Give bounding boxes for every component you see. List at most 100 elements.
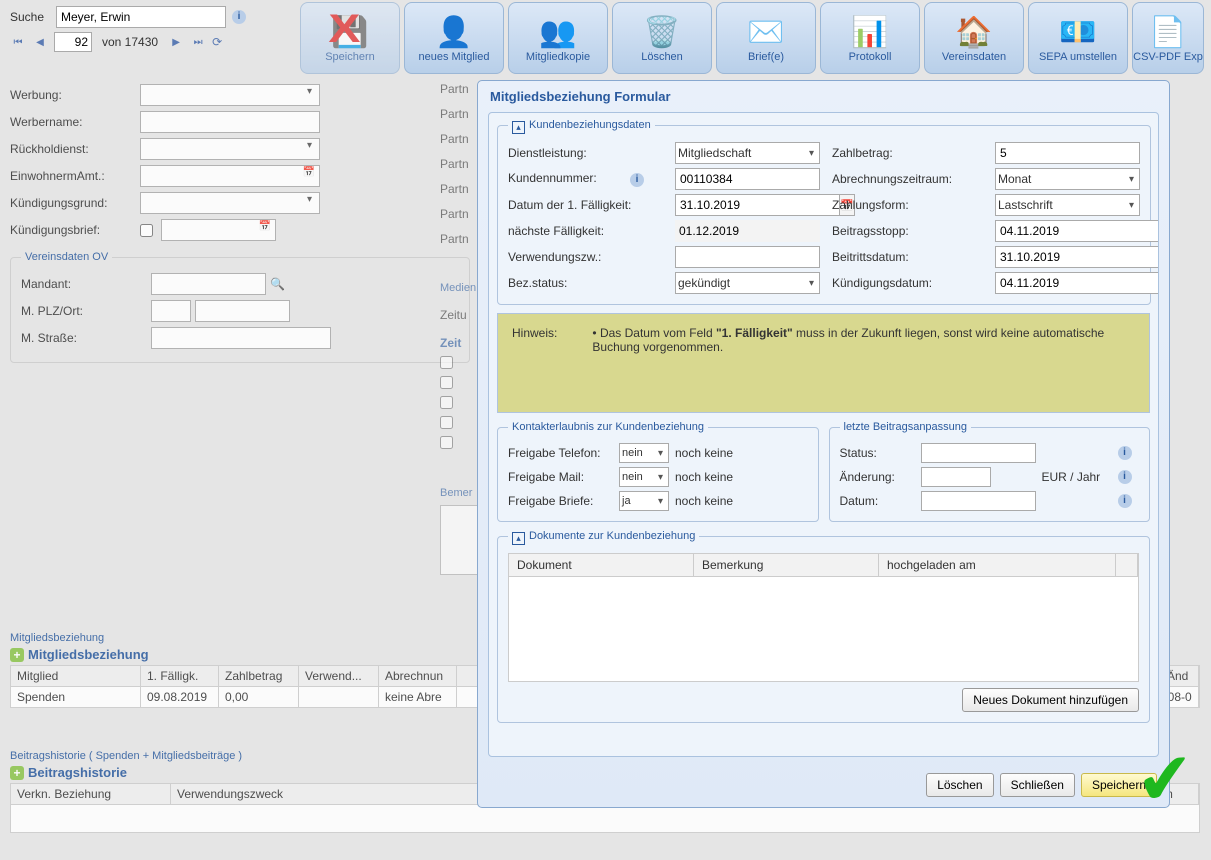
search-input[interactable] (56, 6, 226, 28)
datum-input[interactable] (921, 491, 1036, 511)
einwohner-date[interactable]: 📅 (140, 165, 320, 187)
member-copy-button[interactable]: 👥 Mitgliedkopie (508, 2, 608, 74)
media-checkbox[interactable] (440, 416, 453, 429)
chart-icon: 📊 (851, 13, 888, 51)
info-icon[interactable]: i (1118, 470, 1132, 484)
beitritt-input[interactable] (995, 246, 1159, 268)
kundenbeziehungsdaten-section: ▴Kundenbeziehungsdaten Dienstleistung: M… (497, 119, 1151, 305)
plzort-label: M. PLZ/Ort: (21, 304, 151, 318)
collapse-toggle-icon[interactable]: ▴ (512, 121, 525, 134)
people-icon: 👥 (539, 13, 576, 51)
zahlungsform-label: Zahlungsform: (832, 198, 983, 212)
mail-select[interactable]: nein▾ (619, 467, 669, 487)
plz-input[interactable] (151, 300, 191, 322)
kuendigung-label: Kündigungsdatum: (832, 276, 983, 290)
mg-col: Zahlbetrag (219, 666, 299, 686)
tel-select[interactable]: nein▾ (619, 443, 669, 463)
protocol-button[interactable]: 📊 Protokoll (820, 2, 920, 74)
dienstleistung-label: Dienstleistung: (508, 146, 663, 160)
vereinsdaten-panel: Vereinsdaten OV Mandant:🔍 M. PLZ/Ort: M.… (10, 251, 470, 363)
bstopp-input[interactable] (995, 220, 1159, 242)
house-icon: 🏠 (955, 13, 992, 51)
zahlbetrag-input[interactable] (995, 142, 1140, 164)
verwendung-input[interactable] (675, 246, 820, 268)
kbrief-checkbox[interactable] (140, 224, 153, 237)
media-checkbox[interactable] (440, 376, 453, 389)
mandant-input[interactable] (151, 273, 266, 295)
plus-icon[interactable]: + (10, 766, 24, 780)
werbername-input[interactable] (140, 111, 320, 133)
einwohner-label: EinwohnermAmt.: (10, 169, 140, 183)
kundennummer-label: Kundennummer: i (508, 171, 663, 187)
status-label: Status: (840, 446, 915, 460)
bh-empty-row (10, 805, 1200, 833)
save-toolbar-label: Speichern (325, 51, 375, 63)
record-position-input[interactable] (54, 32, 92, 52)
partner-label: Partn (440, 107, 469, 132)
zeit-hdr: Zeit (440, 336, 476, 350)
strasse-input[interactable] (151, 327, 331, 349)
delete-toolbar-button[interactable]: 🗑️ Löschen (612, 2, 712, 74)
mg-col: Mitglied (11, 666, 141, 686)
letters-button[interactable]: ✉️ Brief(e) (716, 2, 816, 74)
save-toolbar-button[interactable]: X 💾 Speichern (300, 2, 400, 74)
csv-pdf-label: CSV-PDF Exp (1133, 51, 1203, 63)
datum1f-input[interactable] (675, 194, 840, 216)
datum1f-label: Datum der 1. Fälligkeit: (508, 198, 663, 212)
aenderung-unit: EUR / Jahr (1042, 470, 1112, 484)
search-icon[interactable]: 🔍 (270, 277, 285, 291)
modal-delete-button[interactable]: Löschen (926, 773, 993, 797)
member-copy-label: Mitgliedkopie (526, 51, 590, 63)
kundennummer-input[interactable] (675, 168, 820, 190)
dienstleistung-select[interactable]: Mitgliedschaft▾ (675, 142, 820, 164)
documents-legend: Dokumente zur Kundenbeziehung (529, 530, 695, 542)
nav-prev-icon[interactable]: ◀ (32, 34, 48, 50)
media-checkbox[interactable] (440, 356, 453, 369)
verwendung-label: Verwendungszw.: (508, 250, 663, 264)
abrechnung-select[interactable]: Monat▾ (995, 168, 1140, 190)
add-document-button[interactable]: Neues Dokument hinzufügen (962, 688, 1139, 712)
kgrund-select[interactable]: ▾ (140, 192, 320, 214)
ort-input[interactable] (195, 300, 290, 322)
nav-next-icon[interactable]: ▶ (168, 34, 184, 50)
collapse-toggle-icon[interactable]: ▴ (512, 532, 525, 545)
rueckhold-select[interactable]: ▾ (140, 138, 320, 160)
record-total-label: von 17430 (102, 35, 158, 49)
new-member-button[interactable]: 👤 neues Mitglied (404, 2, 504, 74)
zahlungsform-select[interactable]: Lastschrift▾ (995, 194, 1140, 216)
refresh-icon[interactable]: ⟳ (212, 35, 222, 49)
info-icon[interactable]: i (1118, 494, 1132, 508)
modal-close-button[interactable]: Schließen (1000, 773, 1075, 797)
vereinsdaten-legend: Vereinsdaten OV (21, 251, 112, 263)
kbrief-date[interactable]: 📅 (161, 219, 276, 241)
info-icon[interactable]: i (232, 10, 246, 24)
werbung-select[interactable]: ▾ (140, 84, 320, 106)
documents-body (508, 577, 1139, 682)
modal-title: Mitgliedsbeziehung Formular (478, 81, 1169, 112)
club-data-button[interactable]: 🏠 Vereinsdaten (924, 2, 1024, 74)
nav-last-icon[interactable]: ⏭ (190, 34, 206, 50)
info-icon[interactable]: i (1118, 446, 1132, 460)
contact-legend: Kontakterlaubnis zur Kundenbeziehung (508, 421, 708, 433)
partner-label: Partn (440, 182, 469, 207)
bh-col: Verwendungszweck (171, 784, 481, 804)
doc-col-note: Bemerkung (694, 554, 879, 576)
brief-select[interactable]: ja▾ (619, 491, 669, 511)
plus-icon[interactable]: + (10, 648, 24, 662)
partner-label: Partn (440, 232, 469, 257)
bh-col: Verkn. Beziehung (11, 784, 171, 804)
info-icon[interactable]: i (630, 173, 644, 187)
kuendigung-input[interactable] (995, 272, 1159, 294)
csv-pdf-export-button[interactable]: 📄 CSV-PDF Exp (1132, 2, 1204, 74)
bezstatus-select[interactable]: gekündigt▾ (675, 272, 820, 294)
aenderung-input[interactable] (921, 467, 991, 487)
media-checkbox[interactable] (440, 396, 453, 409)
documents-header: Dokument Bemerkung hochgeladen am (508, 553, 1139, 577)
sepa-button[interactable]: 💶 SEPA umstellen (1028, 2, 1128, 74)
modal-save-button[interactable]: Speichern (1081, 773, 1157, 797)
hint-box: Hinweis: • Das Datum vom Feld "1. Fällig… (497, 313, 1150, 413)
status-input[interactable] (921, 443, 1036, 463)
nav-first-icon[interactable]: ⏮ (10, 34, 26, 50)
media-checkbox[interactable] (440, 436, 453, 449)
last-adjustment-section: letzte Beitragsanpassung Status: i Änder… (829, 421, 1151, 522)
